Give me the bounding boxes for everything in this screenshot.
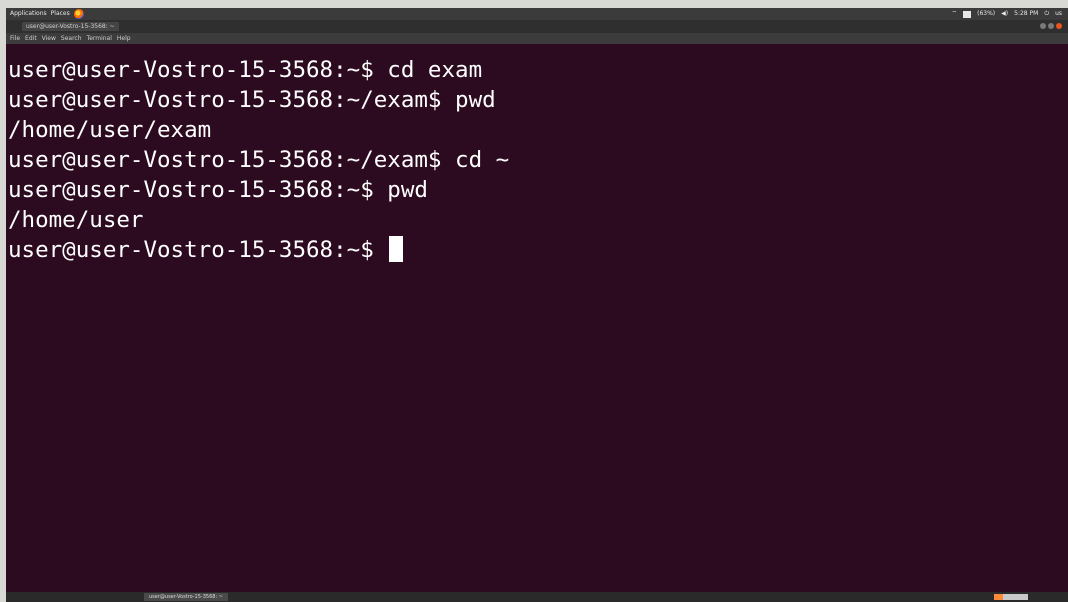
terminal-prompt: user@user-Vostro-15-3568:~$ (8, 237, 388, 263)
panel-tray: ⌔ (63%) ◀) 5:28 PM ⏻ us (951, 8, 1068, 20)
menu-view[interactable]: View (42, 33, 56, 44)
applications-menu[interactable]: Applications (10, 8, 47, 20)
top-panel: Applications Places ⌔ (63%) ◀) 5:28 PM ⏻… (6, 8, 1068, 20)
terminal-line: user@user-Vostro-15-3568:~/exam$ cd ~ (8, 147, 510, 173)
panel-left: Applications Places (6, 8, 84, 20)
menu-file[interactable]: File (10, 33, 20, 44)
active-workspace[interactable] (994, 594, 1003, 600)
volume-icon[interactable]: ◀) (1001, 8, 1008, 20)
window-titlebar: user@user-Vostro-15-3568: ~ (6, 20, 1068, 33)
terminal-menubar: File Edit View Search Terminal Help (6, 33, 1068, 44)
terminal-line: user@user-Vostro-15-3568:~$ pwd (8, 177, 428, 203)
terminal-prompt-line[interactable]: user@user-Vostro-15-3568:~$ (8, 235, 404, 265)
menu-search[interactable]: Search (61, 33, 82, 44)
wifi-icon[interactable]: ⌔ (951, 8, 957, 20)
maximize-button[interactable] (1048, 23, 1054, 29)
terminal-output[interactable]: user@user-Vostro-15-3568:~$ cd exam user… (6, 55, 1068, 575)
places-menu[interactable]: Places (51, 8, 70, 20)
menu-terminal[interactable]: Terminal (87, 33, 112, 44)
terminal-line: user@user-Vostro-15-3568:~/exam$ pwd (8, 87, 496, 113)
battery-status[interactable]: (63%) (977, 8, 995, 20)
menu-help[interactable]: Help (117, 33, 131, 44)
bottom-panel: user@user-Vostro-15-3568: ~ (6, 592, 1068, 602)
text-cursor (389, 236, 404, 262)
workspace-switcher[interactable] (994, 594, 1028, 600)
taskbar-terminal-item[interactable]: user@user-Vostro-15-3568: ~ (144, 593, 228, 601)
minimize-button[interactable] (1040, 23, 1046, 29)
clock[interactable]: 5:28 PM (1014, 8, 1038, 20)
desktop-screen: Applications Places ⌔ (63%) ◀) 5:28 PM ⏻… (6, 8, 1068, 602)
close-button[interactable] (1056, 23, 1062, 29)
user-menu[interactable]: us (1055, 8, 1062, 20)
terminal-line: user@user-Vostro-15-3568:~$ cd exam (8, 57, 483, 83)
power-icon[interactable]: ⏻ (1044, 8, 1049, 20)
window-title[interactable]: user@user-Vostro-15-3568: ~ (22, 22, 119, 31)
terminal-line: /home/user (8, 207, 144, 233)
menu-edit[interactable]: Edit (25, 33, 37, 44)
window-controls (1040, 23, 1062, 29)
keyboard-icon[interactable] (963, 10, 972, 18)
firefox-icon[interactable] (73, 9, 84, 19)
terminal-line: /home/user/exam (8, 117, 212, 143)
